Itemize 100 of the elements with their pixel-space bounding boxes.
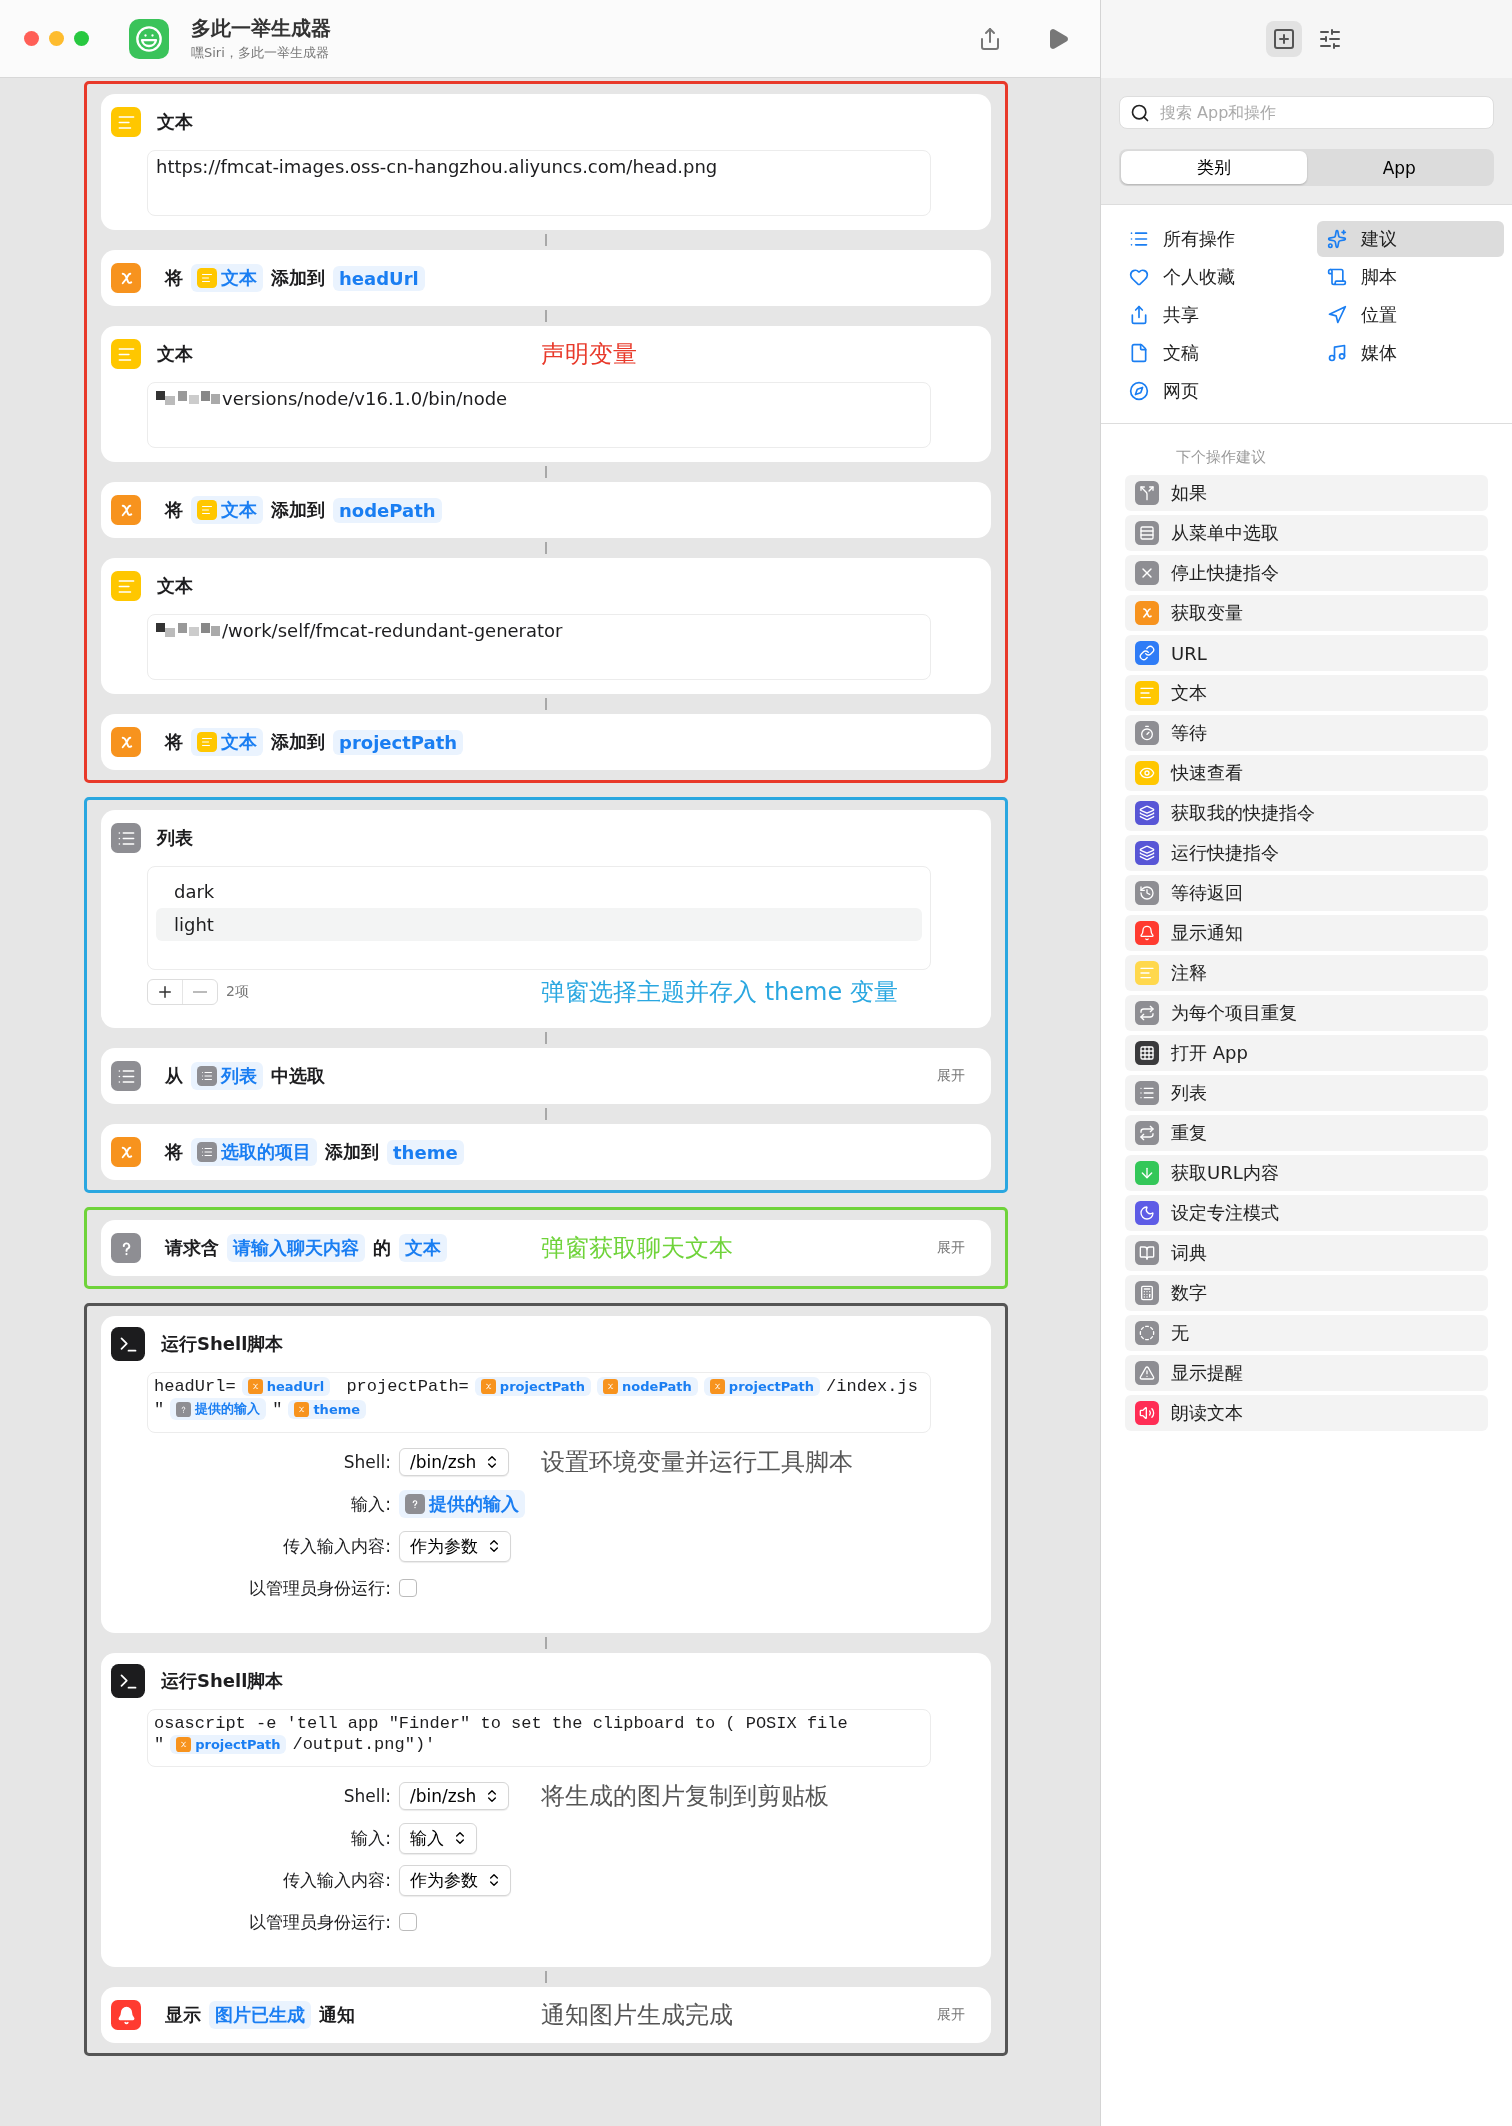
variable-token[interactable]: headUrl [333, 265, 425, 291]
field-label: 输入: [350, 1826, 391, 1850]
variable-token[interactable]: headUrl [241, 1377, 331, 1396]
variable-icon [709, 1379, 725, 1394]
category-item[interactable]: 所有操作 [1119, 221, 1307, 257]
script-code: " [154, 1735, 165, 1754]
suggestion-item[interactable]: 设定专注模式 [1125, 1195, 1488, 1231]
suggestion-item[interactable]: URL [1125, 635, 1488, 671]
annotation-note: 弹窗获取聊天文本 [541, 1233, 733, 1264]
suggestion-item[interactable]: 等待返回 [1125, 875, 1488, 911]
suggestion-item[interactable]: 等待 [1125, 715, 1488, 751]
suggestion-item[interactable]: 获取我的快捷指令 [1125, 795, 1488, 831]
variable-token[interactable]: 文本 [191, 264, 263, 292]
search-field[interactable]: 搜索 App和操作 [1158, 102, 1483, 123]
category-item[interactable]: 位置 [1316, 297, 1504, 333]
category-item[interactable]: 共享 [1119, 297, 1307, 333]
suggestion-item[interactable]: 朗读文本 [1125, 1395, 1488, 1431]
script-code: projectPath= [345, 1377, 469, 1396]
list-item[interactable]: dark [156, 875, 922, 908]
suggestion-item[interactable]: 停止快捷指令 [1125, 555, 1488, 591]
suggestion-item[interactable]: 显示通知 [1125, 915, 1488, 951]
text-field[interactable]: https://fmcat-images.oss-cn-hangzhou.aliyuncs.com/head.png [147, 150, 931, 216]
variable-token[interactable]: 请输入聊天内容 [227, 1234, 365, 1262]
script-editor[interactable]: headUrl= headUrl projectPath= projectPath nodePath projectPath /index.js " 提供的输入 " theme [147, 1372, 931, 1433]
close-window-button[interactable] [24, 31, 39, 46]
popup-menu[interactable]: /bin/zsh [399, 1448, 510, 1476]
list-icon [1129, 229, 1149, 249]
category-item[interactable]: 网页 [1119, 373, 1307, 409]
variable-icon [294, 1401, 310, 1417]
variable-token[interactable]: projectPath [170, 1735, 287, 1754]
variable-token[interactable]: 文本 [191, 496, 263, 524]
suggestion-item[interactable]: 列表 [1125, 1075, 1488, 1111]
variable-token[interactable]: theme [288, 1399, 367, 1419]
scroll-icon [1326, 267, 1347, 287]
popup-menu[interactable]: 作为参数 [399, 1530, 511, 1562]
navigation-arrow-icon [1326, 305, 1347, 325]
variable-token[interactable]: nodePath [333, 497, 442, 523]
text-field[interactable]: /work/self/fmcat-redundant-generator [147, 614, 931, 680]
variable-token[interactable]: 列表 [191, 1062, 263, 1090]
category-item[interactable]: 建议 [1316, 221, 1504, 257]
phrase-text: 显示 [165, 2003, 201, 2027]
suggestion-item[interactable]: 显示提醒 [1125, 1355, 1488, 1391]
plus-square-icon [1271, 27, 1296, 51]
suggestion-item[interactable]: 如果 [1125, 475, 1488, 511]
variable-token[interactable]: projectPath [474, 1377, 592, 1396]
suggestion-item[interactable]: 注释 [1125, 955, 1488, 991]
popup-menu[interactable]: /bin/zsh [399, 1782, 510, 1810]
variable-token[interactable]: 文本 [191, 728, 263, 756]
field-label: Shell: [342, 1452, 391, 1472]
suggestion-item[interactable]: 数字 [1125, 1275, 1488, 1311]
suggestion-item[interactable]: 重复 [1125, 1115, 1488, 1151]
variable-token[interactable]: 提供的输入 [399, 1490, 525, 1518]
variable-token[interactable]: 图片已生成 [209, 2001, 311, 2029]
suggestion-item[interactable]: 快速查看 [1125, 755, 1488, 791]
search-icon [1130, 102, 1150, 123]
field-label: 以管理员身份运行: [248, 1576, 391, 1600]
segment-tab[interactable]: 类别 [1121, 151, 1307, 184]
text-lines-icon [197, 732, 217, 752]
variable-token[interactable]: 文本 [399, 1234, 447, 1262]
variable-token[interactable]: theme [387, 1139, 464, 1165]
variable-token[interactable]: 选取的项目 [191, 1138, 317, 1166]
suggestion-item[interactable]: 无 [1125, 1315, 1488, 1351]
variable-icon [603, 1379, 619, 1394]
suggestion-item[interactable]: 从菜单中选取 [1125, 515, 1488, 551]
category-item[interactable]: 媒体 [1316, 335, 1504, 371]
variable-token[interactable]: projectPath [333, 729, 464, 755]
annotation-note: 弹窗选择主题并存入 theme 变量 [541, 977, 898, 1008]
minimize-window-button[interactable] [49, 31, 64, 46]
variable-token[interactable]: 提供的输入 [170, 1398, 267, 1420]
suggestion-item[interactable]: 词典 [1125, 1235, 1488, 1271]
suggestion-item[interactable]: 获取URL内容 [1125, 1155, 1488, 1191]
variable-icon [176, 1737, 192, 1752]
variable-icon [111, 263, 141, 293]
suggestion-item[interactable]: 为每个项目重复 [1125, 995, 1488, 1031]
variable-token[interactable]: nodePath [597, 1377, 698, 1396]
expand-button[interactable]: 展开 [931, 1238, 971, 1258]
search-bar[interactable]: 搜索 App和操作 [1119, 96, 1494, 129]
suggestion-item[interactable]: 运行快捷指令 [1125, 835, 1488, 871]
checkbox[interactable] [399, 1579, 417, 1597]
popup-menu[interactable]: 输入 [399, 1822, 477, 1854]
suggestion-item[interactable]: 打开 App [1125, 1035, 1488, 1071]
action-title: 文本 [157, 342, 193, 366]
script-editor[interactable]: osascript -e 'tell app "Finder" to set the clipboard to ( POSIX file " projectPath /output.png")' [147, 1709, 931, 1767]
action-title: 文本 [157, 110, 193, 134]
list-item[interactable]: light [156, 908, 922, 941]
variable-token[interactable]: projectPath [703, 1377, 821, 1396]
text-field[interactable]: versions/node/v16.1.0/bin/node [147, 382, 931, 448]
zoom-window-button[interactable] [74, 31, 89, 46]
category-item[interactable]: 脚本 [1316, 259, 1504, 295]
expand-button[interactable]: 展开 [931, 1066, 971, 1086]
expand-button[interactable]: 展开 [931, 2005, 971, 2025]
category-item[interactable]: 个人收藏 [1119, 259, 1307, 295]
suggestion-item[interactable]: 获取变量 [1125, 595, 1488, 631]
popup-menu[interactable]: 作为参数 [399, 1864, 511, 1896]
suggestion-item[interactable]: 文本 [1125, 675, 1488, 711]
action-title: 运行Shell脚本 [161, 1332, 284, 1356]
category-item[interactable]: 文稿 [1119, 335, 1307, 371]
library-add-tab[interactable] [1265, 21, 1302, 57]
segment-tab[interactable]: App [1306, 151, 1492, 184]
checkbox[interactable] [399, 1913, 417, 1931]
